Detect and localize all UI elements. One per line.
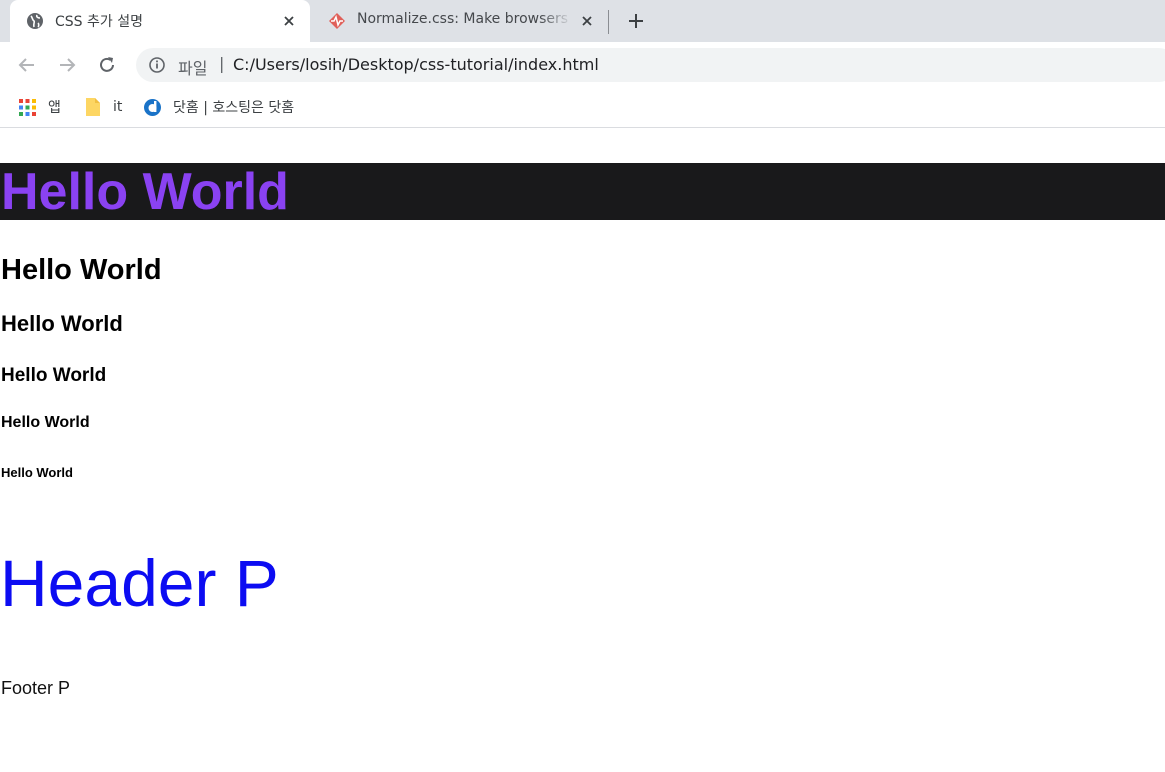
reload-icon bbox=[100, 57, 114, 72]
tab-strip: CSS 추가 설명 Normalize.css: Make browsers r… bbox=[0, 0, 1165, 42]
close-tab-icon[interactable] bbox=[578, 12, 596, 30]
tab-title: Normalize.css: Make browsers re bbox=[357, 11, 572, 27]
heading-5: Hello World bbox=[1, 414, 90, 431]
forward-button[interactable] bbox=[54, 52, 80, 78]
apps-grid-icon bbox=[19, 98, 36, 116]
globe-icon bbox=[26, 12, 44, 30]
bookmark-label: 닷홈 | 호스팅은 닷홈 bbox=[173, 100, 295, 116]
tab-css-explanation[interactable]: CSS 추가 설명 bbox=[10, 0, 310, 42]
page-content: Hello World Hello World Hello World Hell… bbox=[0, 129, 1165, 772]
browser-toolbar: 파일 | C:/Users/losih/Desktop/css-tutorial… bbox=[0, 42, 1165, 88]
bookmark-apps[interactable]: 앱 bbox=[19, 95, 61, 119]
arrow-right-icon bbox=[60, 58, 76, 72]
heading-1: Hello World bbox=[1, 163, 289, 221]
normalize-logo-icon bbox=[328, 12, 346, 30]
tab-divider bbox=[608, 10, 609, 34]
bookmark-label: it bbox=[113, 99, 123, 115]
tab-normalize[interactable]: Normalize.css: Make browsers re bbox=[312, 0, 608, 42]
heading-6: Hello World bbox=[1, 465, 73, 480]
address-bar[interactable]: 파일 | C:/Users/losih/Desktop/css-tutorial… bbox=[136, 48, 1165, 82]
plus-icon bbox=[629, 14, 643, 28]
folder-icon bbox=[86, 98, 100, 116]
close-tab-icon[interactable] bbox=[280, 12, 298, 30]
url-text[interactable]: C:/Users/losih/Desktop/css-tutorial/inde… bbox=[233, 55, 599, 74]
arrow-left-icon bbox=[18, 58, 34, 72]
bookmark-folder-it[interactable]: it bbox=[84, 95, 122, 119]
heading-3: Hello World bbox=[1, 311, 123, 336]
scheme-label: 파일 bbox=[178, 59, 208, 78]
new-tab-button[interactable] bbox=[624, 9, 648, 33]
dothome-icon bbox=[144, 98, 161, 116]
heading-4: Hello World bbox=[1, 365, 107, 386]
tab-title: CSS 추가 설명 bbox=[55, 14, 143, 30]
header-paragraph: Header P bbox=[0, 546, 279, 620]
bookmark-dothome[interactable]: 닷홈 | 호스팅은 닷홈 bbox=[143, 95, 294, 119]
footer-paragraph: Footer P bbox=[1, 678, 71, 698]
bookmark-label: 앱 bbox=[48, 100, 61, 116]
reload-button[interactable] bbox=[94, 52, 120, 78]
info-icon[interactable] bbox=[148, 56, 166, 74]
scheme-divider: | bbox=[219, 54, 225, 73]
heading-2: Hello World bbox=[1, 254, 162, 286]
back-button[interactable] bbox=[14, 52, 40, 78]
bookmarks-bar: 앱 it 닷홈 | 호스팅은 닷홈 bbox=[0, 88, 1165, 128]
header-banner: Hello World bbox=[0, 163, 1165, 220]
